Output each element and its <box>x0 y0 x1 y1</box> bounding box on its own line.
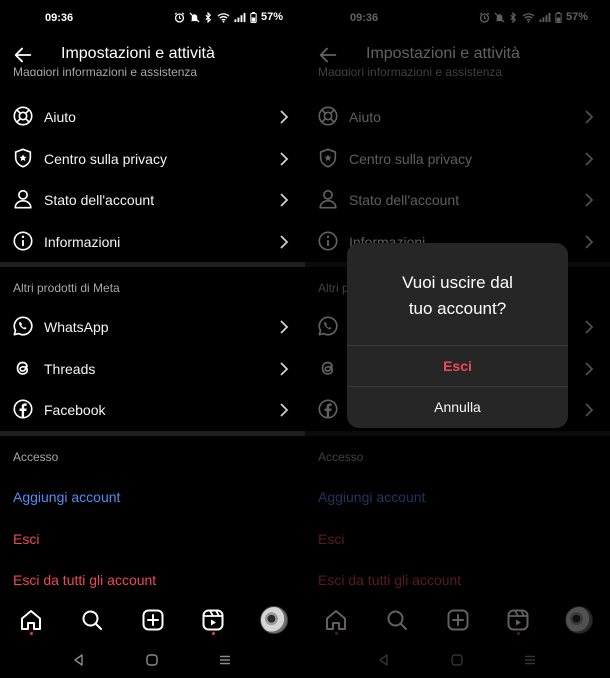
battery-icon <box>250 11 257 23</box>
profile-avatar[interactable] <box>260 606 288 634</box>
section-heading-access: Accesso <box>13 450 59 464</box>
battery-percent: 57% <box>260 11 283 23</box>
shield-star-icon <box>14 148 32 168</box>
menu-item-facebook[interactable]: Facebook <box>0 389 305 431</box>
menu-item-account-status[interactable]: Stato dell'account <box>0 179 305 221</box>
dialog-title-line2: tuo account? <box>408 299 507 318</box>
chevron-right-icon <box>280 235 289 249</box>
home-circle-icon[interactable] <box>145 653 159 667</box>
menu-item-help-label: Aiuto <box>44 109 76 125</box>
section-divider <box>0 431 305 436</box>
signal-icon <box>234 12 246 23</box>
menu-item-whatsapp[interactable]: WhatsApp <box>0 306 305 348</box>
section-heading-meta: Altri prodotti di Meta <box>13 281 120 295</box>
menu-item-privacy-center[interactable]: Centro sulla privacy <box>0 138 305 180</box>
settings-screen-left: 09:36 57% Impostazioni e attività Maggio… <box>0 0 305 678</box>
menu-item-about-label: Informazioni <box>44 234 121 250</box>
menu-item-facebook-label: Facebook <box>44 402 106 418</box>
threads-icon <box>16 361 29 375</box>
bluetooth-icon <box>204 11 213 23</box>
settings-screen-right: 09:36 57% Impostazioni e attiv <box>305 0 610 678</box>
chevron-right-icon <box>280 152 289 166</box>
add-account-link[interactable]: Aggiungi account <box>13 489 120 505</box>
facebook-icon <box>13 399 33 419</box>
chevron-right-icon <box>280 362 289 376</box>
lifebuoy-icon <box>13 106 33 126</box>
cancel-button[interactable]: Annulla <box>347 387 568 427</box>
recents-icon[interactable] <box>218 653 232 667</box>
menu-item-whatsapp-label: WhatsApp <box>44 319 109 335</box>
logout-link[interactable]: Esci <box>13 531 39 547</box>
status-bar: 09:36 57% <box>0 0 305 36</box>
home-icon[interactable] <box>19 608 43 632</box>
chevron-right-icon <box>280 403 289 417</box>
alarm-icon <box>174 11 185 23</box>
notification-dot <box>212 632 215 635</box>
logout-all-link[interactable]: Esci da tutti gli account <box>13 572 156 588</box>
status-time: 09:36 <box>45 12 74 24</box>
info-icon <box>13 231 33 251</box>
menu-item-threads[interactable]: Threads <box>0 348 305 390</box>
chevron-right-icon <box>280 193 289 207</box>
menu-item-threads-label: Threads <box>44 361 96 377</box>
dialog-title: Vuoi uscire dal tuo account? <box>357 270 558 322</box>
chevron-right-icon <box>280 320 289 334</box>
section-heading-support: Maggiori informazioni e assistenza <box>13 62 293 76</box>
menu-item-account-status-label: Stato dell'account <box>44 192 155 208</box>
mute-icon <box>189 11 200 23</box>
section-heading-support-label: Maggiori informazioni e assistenza <box>13 65 198 76</box>
reels-icon[interactable] <box>201 608 225 632</box>
page-title: Impostazioni e attività <box>61 45 215 62</box>
confirm-logout-button[interactable]: Esci <box>347 346 568 386</box>
menu-item-help[interactable]: Aiuto <box>0 96 305 138</box>
search-icon[interactable] <box>80 608 104 632</box>
menu-item-privacy-center-label: Centro sulla privacy <box>44 151 167 167</box>
whatsapp-icon <box>13 316 33 336</box>
chevron-right-icon <box>280 110 289 124</box>
wifi-icon <box>217 12 230 23</box>
bottom-nav <box>0 598 305 642</box>
menu-item-about[interactable]: Informazioni <box>0 221 305 263</box>
section-divider <box>0 262 305 267</box>
logout-dialog: Vuoi uscire dal tuo account? Esci Annull… <box>347 243 568 428</box>
status-icons: 57% <box>174 11 283 23</box>
create-icon[interactable] <box>141 608 165 632</box>
dialog-title-line1: Vuoi uscire dal <box>402 273 513 292</box>
system-nav-bar <box>0 642 305 678</box>
notification-dot <box>30 632 33 635</box>
back-triangle-icon[interactable] <box>72 653 86 667</box>
person-icon <box>14 189 32 209</box>
